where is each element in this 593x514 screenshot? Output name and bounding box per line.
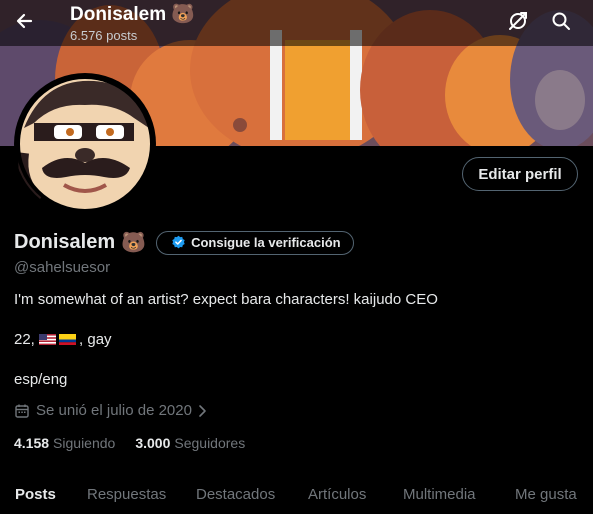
header-name: Donisalem	[70, 4, 167, 25]
swap-icon	[509, 12, 527, 30]
bio-age: 22,	[14, 331, 40, 348]
bio-suffix: , gay	[79, 331, 112, 348]
bio-line-2: 22, , gay	[14, 331, 112, 348]
profile-tabs: Posts Respuestas Destacados Artículos Mu…	[0, 476, 593, 514]
following-count: 4.158	[14, 435, 50, 451]
tab-articles[interactable]: Artículos	[308, 486, 366, 503]
joined-label: Se unió el julio de 2020	[36, 402, 192, 419]
display-name: Donisalem	[14, 231, 116, 253]
bear-emoji-icon: 🐻	[121, 232, 147, 254]
arrow-left-icon	[16, 13, 33, 29]
calendar-icon	[15, 404, 29, 418]
bio-line-1: I'm somewhat of an artist? expect bara c…	[14, 291, 438, 308]
followers-label: Seguidores	[174, 435, 246, 451]
tab-posts[interactable]: Posts	[15, 486, 56, 503]
back-button[interactable]	[10, 6, 40, 36]
search-icon	[552, 12, 570, 30]
followers-count: 3.000	[135, 435, 171, 451]
avatar[interactable]	[14, 73, 156, 215]
header-post-count: 6.576 posts	[70, 28, 138, 43]
top-header: Donisalem 🐻 6.576 posts	[0, 0, 593, 46]
avatar-artwork	[16, 75, 154, 213]
joined-date[interactable]: Se unió el julio de 2020	[14, 402, 216, 419]
us-flag-icon	[39, 334, 57, 345]
bio-line-3: esp/eng	[14, 371, 68, 388]
chevron-right-icon	[199, 404, 206, 417]
profile-name-row: Donisalem 🐻 Consigue la verificación	[14, 230, 354, 255]
tab-highlights[interactable]: Destacados	[196, 486, 275, 503]
following-label: Siguiendo	[53, 435, 116, 451]
tab-replies[interactable]: Respuestas	[87, 486, 166, 503]
tab-likes[interactable]: Me gusta	[515, 486, 577, 503]
colombia-flag-icon	[59, 334, 77, 345]
following-link[interactable]: 4.158 Siguiendo	[14, 435, 115, 451]
tab-media[interactable]: Multimedia	[403, 486, 476, 503]
get-verified-label: Consigue la verificación	[191, 235, 341, 250]
header-title: Donisalem 🐻	[70, 2, 195, 26]
edit-profile-button[interactable]: Editar perfil	[462, 157, 578, 191]
get-verified-button[interactable]: Consigue la verificación	[156, 230, 354, 255]
followers-link[interactable]: 3.000 Seguidores	[135, 435, 245, 451]
verified-badge-icon	[172, 235, 185, 249]
swap-button[interactable]	[503, 6, 533, 36]
profile-handle: @sahelsuesor	[14, 259, 111, 276]
bear-emoji-icon: 🐻	[171, 4, 196, 25]
follow-stats: 4.158 Siguiendo 3.000 Seguidores	[14, 435, 265, 451]
search-button[interactable]	[546, 6, 576, 36]
